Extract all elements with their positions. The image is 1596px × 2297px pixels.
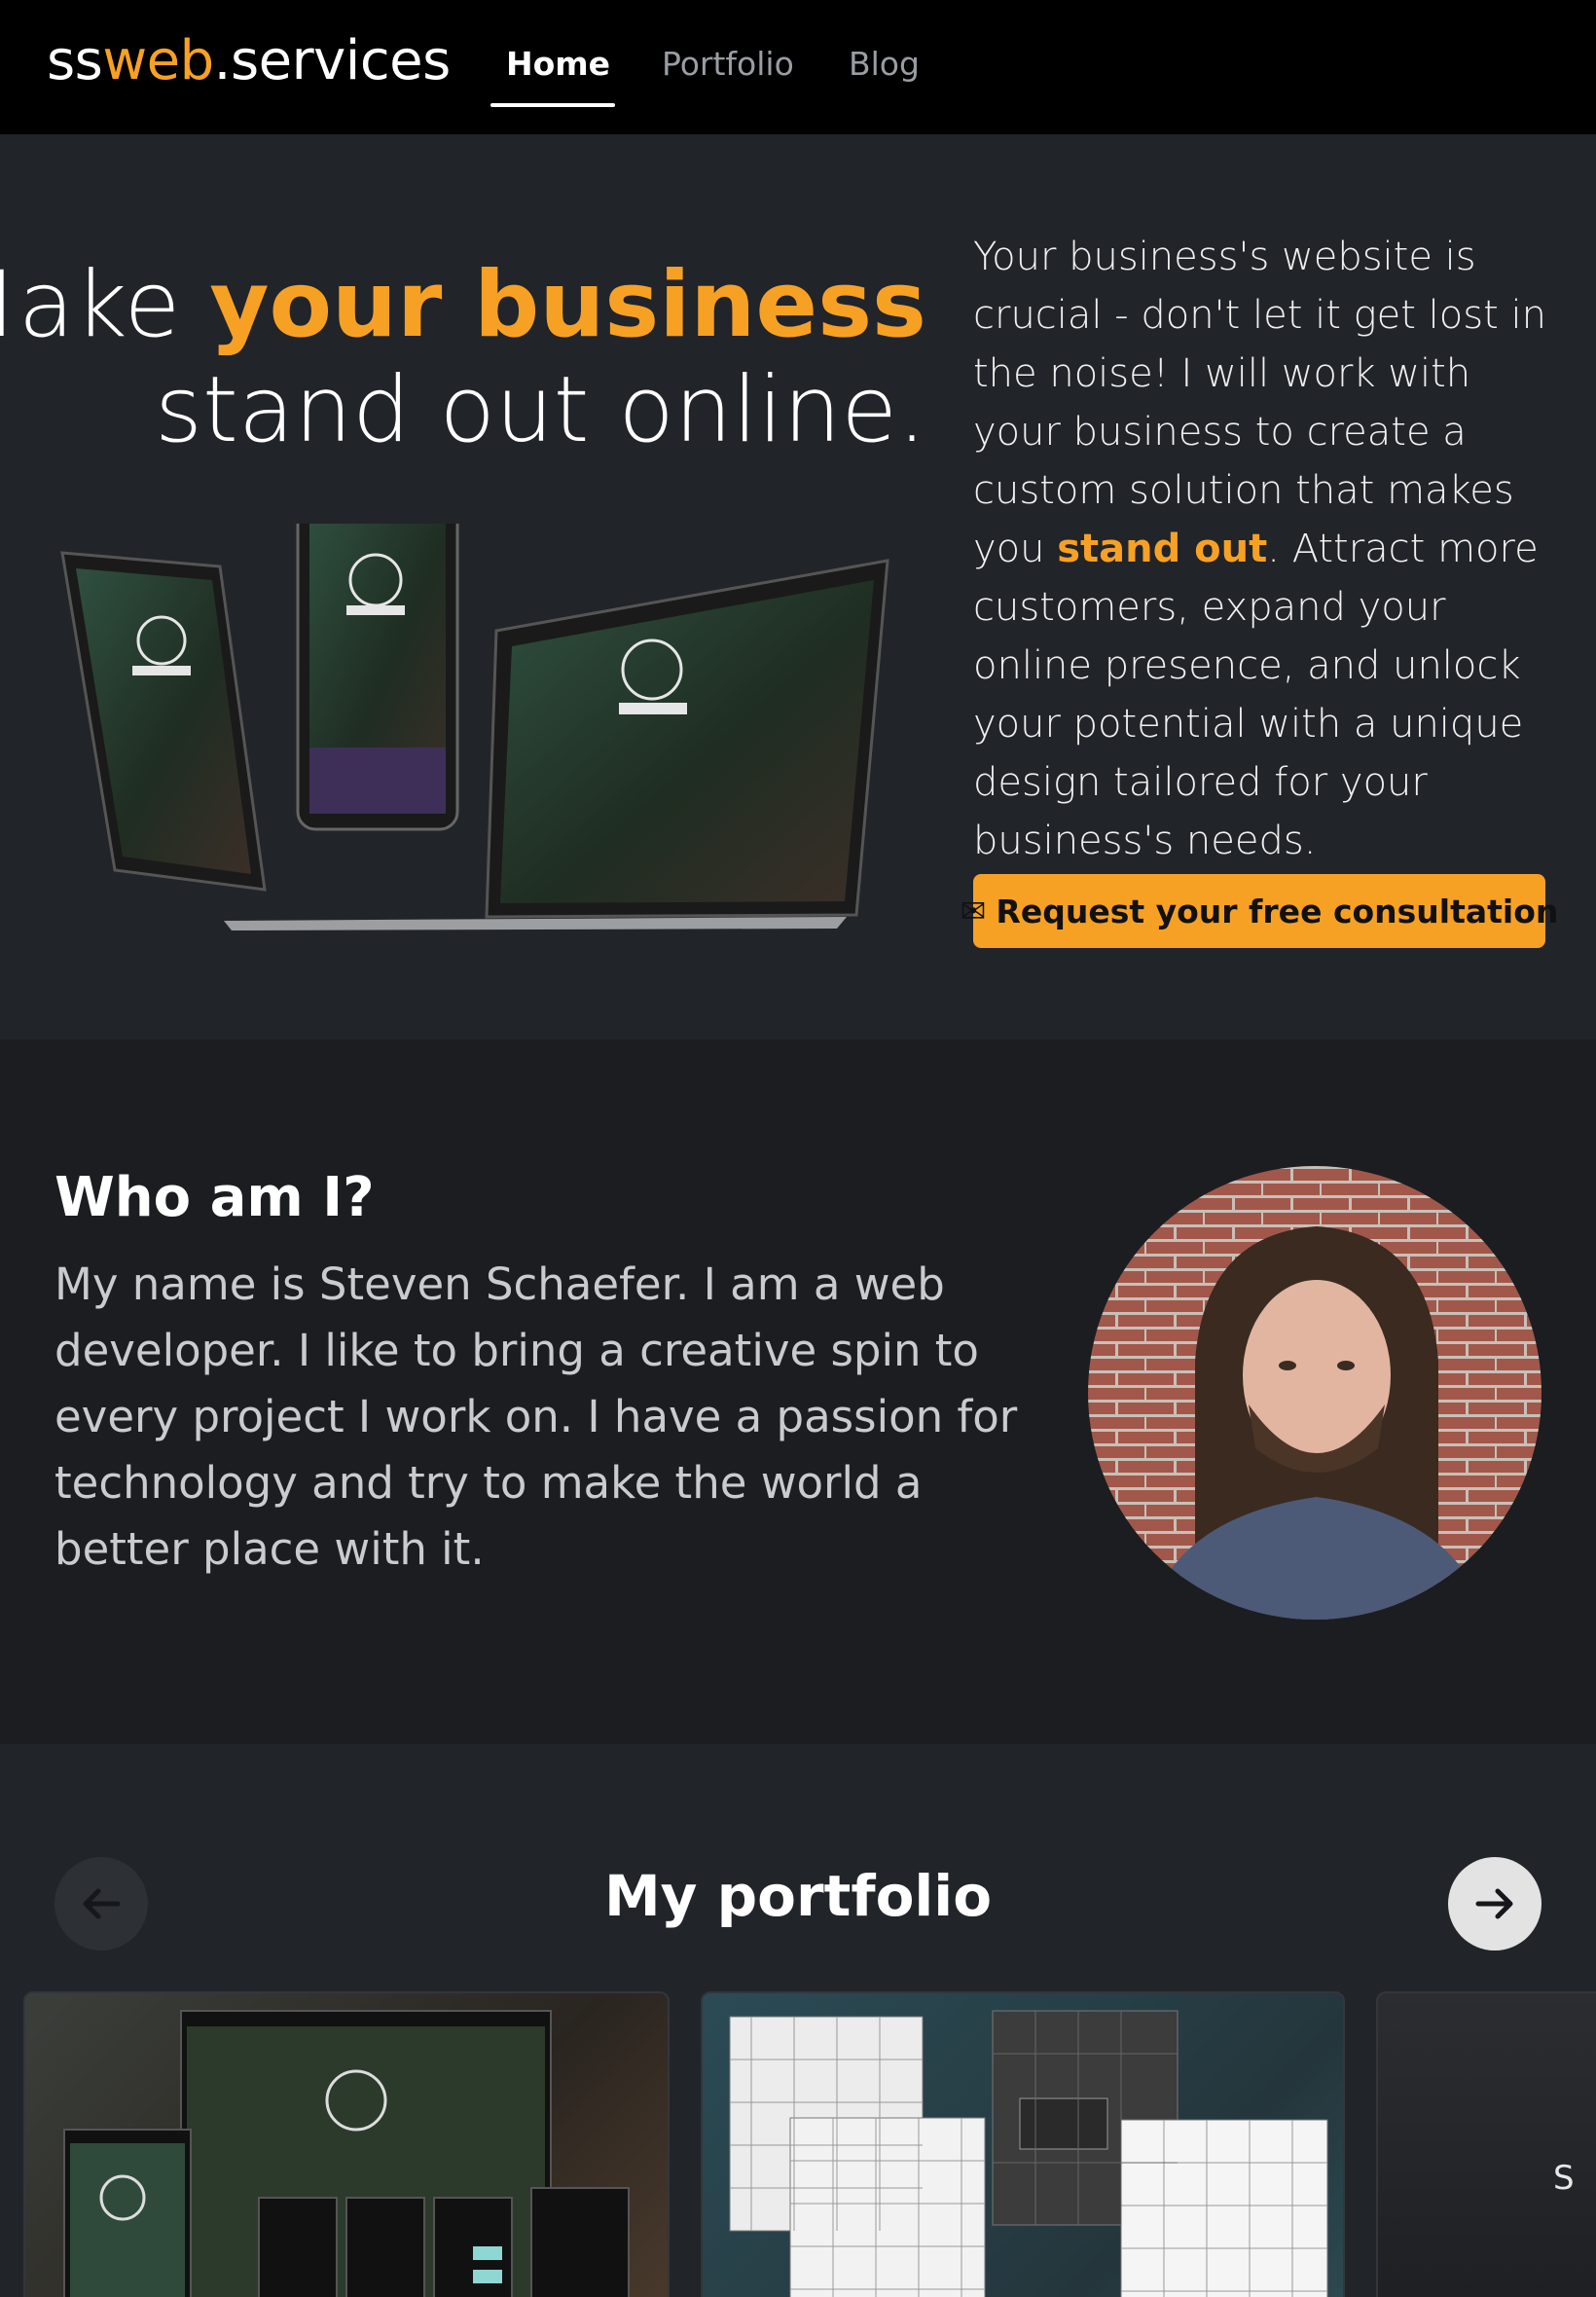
profile-photo-avatar — [1088, 1166, 1542, 1620]
arrow-right-icon — [1475, 1888, 1513, 1919]
nav-link-blog[interactable]: Blog — [849, 45, 920, 83]
portfolio-section: My portfolio S — [0, 1744, 1596, 2297]
sudoku-app-preview-image — [729, 2010, 1328, 2297]
portfolio-heading: My portfolio — [603, 1863, 993, 1929]
hero-text-pre: Your business's website is crucial - don… — [973, 235, 1546, 571]
top-navbar: ssweb.services Home Portfolio Blog — [0, 0, 1596, 134]
hero-description: Your business's website is crucial - don… — [973, 228, 1547, 870]
portfolio-card-sudoku-app[interactable] — [701, 1991, 1345, 2297]
hero-title: Make your business stand out online. — [0, 253, 926, 463]
about-text: My name is Steven Schaefer. I am a web d… — [54, 1258, 1018, 1575]
carousel-next-button[interactable] — [1448, 1857, 1542, 1951]
brand-suffix: .services — [213, 29, 452, 92]
hero-section: Make your business stand out online. — [0, 134, 1596, 1039]
brand-accent: web — [102, 29, 214, 92]
hero-title-line2: stand out online. — [155, 357, 926, 463]
brand-prefix: ss — [47, 29, 103, 92]
hero-text-highlight: stand out — [1057, 527, 1268, 571]
hero-title-highlight: your business — [209, 252, 926, 358]
card-partial-label: S — [1553, 2159, 1575, 2198]
brand-logo[interactable]: ssweb.services — [47, 29, 451, 92]
envelope-icon: ✉ — [960, 893, 987, 930]
about-heading: Who am I? — [54, 1166, 375, 1229]
nav-link-home[interactable]: Home — [506, 45, 610, 83]
hero-text-post: . Attract more customers, expand your on… — [973, 527, 1539, 863]
nav-link-portfolio[interactable]: Portfolio — [662, 45, 794, 83]
device-mockup-image — [60, 524, 889, 930]
portfolio-card-partial[interactable]: S — [1376, 1991, 1596, 2297]
cta-label: Request your free consultation — [996, 892, 1559, 930]
hero-title-pre: Make — [0, 252, 181, 358]
portfolio-card-band-website[interactable] — [23, 1991, 670, 2297]
active-nav-indicator — [490, 103, 615, 107]
about-section: Who am I? My name is Steven Schaefer. I … — [0, 1039, 1596, 1744]
request-consultation-button[interactable]: ✉ Request your free consultation — [961, 874, 1558, 948]
band-website-preview-image — [63, 2010, 630, 2297]
